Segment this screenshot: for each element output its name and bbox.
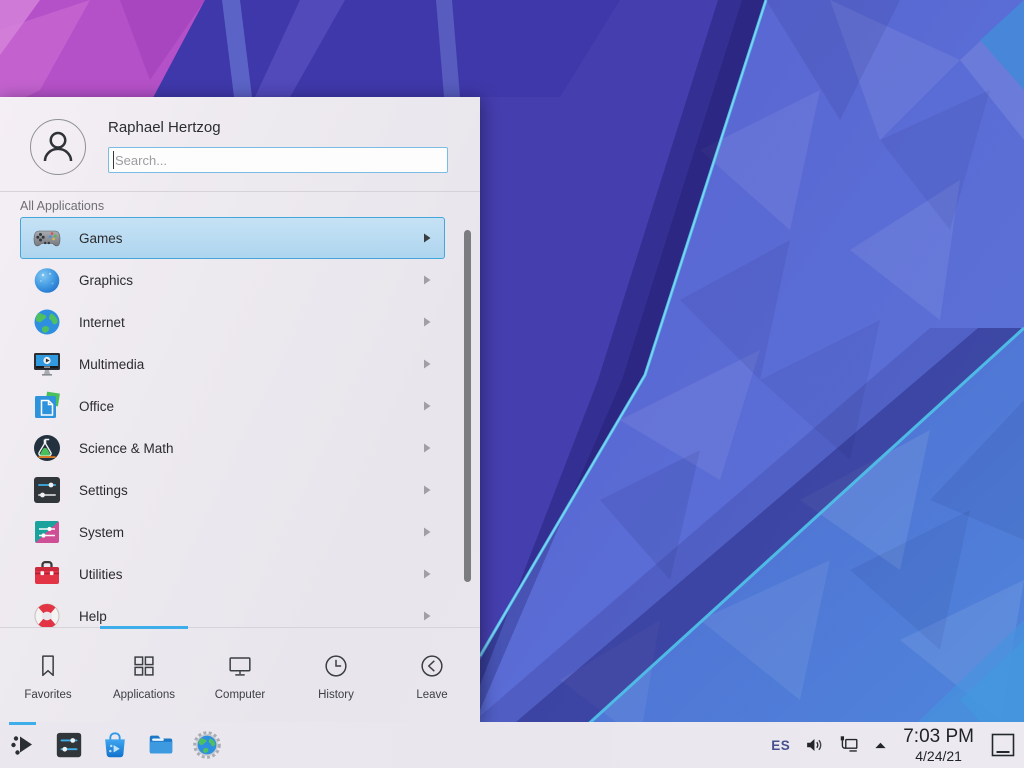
tab-favorites[interactable]: Favorites	[0, 628, 96, 722]
footer-tabs: Favorites Applications Computer History Leav…	[0, 627, 480, 722]
tab-label: Leave	[416, 689, 447, 701]
category-label: Games	[79, 231, 422, 246]
category-item-help[interactable]: Help	[20, 595, 445, 627]
category-label: Utilities	[79, 567, 422, 582]
tab-label: Favorites	[24, 689, 71, 701]
submenu-arrow-icon	[422, 442, 432, 454]
tab-applications[interactable]: Applications	[96, 628, 192, 722]
web-browser-launcher[interactable]	[192, 730, 222, 760]
system-settings-launcher[interactable]	[54, 730, 84, 760]
system-tray: ES 7:03 PM 4/24/21	[771, 727, 1024, 763]
graphics-icon	[31, 264, 63, 296]
browser-icon	[192, 730, 222, 760]
taskbar-panel: ES 7:03 PM 4/24/21	[0, 722, 1024, 768]
submenu-arrow-icon	[422, 358, 432, 370]
system-icon	[31, 516, 63, 548]
category-item-games[interactable]: Games	[20, 217, 445, 259]
submenu-arrow-icon	[422, 316, 432, 328]
discover-launcher[interactable]	[100, 730, 130, 760]
internet-icon	[31, 306, 63, 338]
submenu-arrow-icon	[422, 610, 432, 622]
submenu-arrow-icon	[422, 484, 432, 496]
clock-date: 4/24/21	[915, 749, 962, 763]
active-tab-indicator	[100, 626, 188, 629]
tab-leave[interactable]: Leave	[384, 628, 480, 722]
user-avatar[interactable]	[30, 119, 86, 175]
show-desktop-icon	[989, 731, 1017, 759]
applications-icon	[129, 651, 159, 681]
leave-icon	[417, 651, 447, 681]
category-item-graphics[interactable]: Graphics	[20, 259, 445, 301]
text-cursor	[113, 151, 114, 169]
systemsettings-icon	[54, 730, 84, 760]
office-icon	[31, 390, 63, 422]
application-launcher-menu: Raphael Hertzog All Applications Games Gr…	[0, 97, 480, 722]
category-item-system[interactable]: System	[20, 511, 445, 553]
category-label: Multimedia	[79, 357, 422, 372]
category-item-office[interactable]: Office	[20, 385, 445, 427]
help-icon	[31, 600, 63, 627]
category-label: Office	[79, 399, 422, 414]
tray-icons	[803, 734, 888, 756]
scrollbar-thumb[interactable]	[464, 230, 471, 582]
launcher-header: Raphael Hertzog	[0, 97, 480, 192]
taskbar-launchers	[0, 730, 222, 760]
application-launcher-button[interactable]	[8, 730, 38, 760]
keyboard-layout-indicator[interactable]: ES	[771, 738, 790, 753]
expand-tray-caret-icon[interactable]	[873, 738, 888, 753]
category-item-multimedia[interactable]: Multimedia	[20, 343, 445, 385]
history-icon	[321, 651, 351, 681]
tab-label: Computer	[215, 689, 266, 701]
computer-icon	[225, 651, 255, 681]
submenu-arrow-icon	[422, 568, 432, 580]
tab-history[interactable]: History	[288, 628, 384, 722]
show-desktop-button[interactable]	[989, 731, 1017, 759]
category-label: System	[79, 525, 422, 540]
category-label: Science & Math	[79, 441, 422, 456]
submenu-arrow-icon	[422, 400, 432, 412]
settings-icon	[31, 474, 63, 506]
dolphin-icon	[146, 730, 176, 760]
submenu-arrow-icon	[422, 274, 432, 286]
science-icon	[31, 432, 63, 464]
category-label: Settings	[79, 483, 422, 498]
category-item-internet[interactable]: Internet	[20, 301, 445, 343]
tab-computer[interactable]: Computer	[192, 628, 288, 722]
kicker-icon	[8, 730, 38, 760]
digital-clock[interactable]: 7:03 PM 4/24/21	[901, 727, 976, 763]
utilities-icon	[31, 558, 63, 590]
submenu-arrow-icon	[422, 232, 432, 244]
tab-label: Applications	[113, 689, 175, 701]
tab-label: History	[318, 689, 354, 701]
file-manager-launcher[interactable]	[146, 730, 176, 760]
favorites-icon	[33, 651, 63, 681]
submenu-arrow-icon	[422, 526, 432, 538]
category-list: Games Graphics Internet Multimedia Office Sci…	[0, 217, 480, 627]
category-label: Help	[79, 609, 422, 624]
network-icon[interactable]	[838, 734, 860, 756]
category-label: Graphics	[79, 273, 422, 288]
category-label: Internet	[79, 315, 422, 330]
user-name: Raphael Hertzog	[108, 119, 221, 136]
desktop: Raphael Hertzog All Applications Games Gr…	[0, 0, 1024, 768]
search-input[interactable]	[108, 147, 448, 173]
category-item-settings[interactable]: Settings	[20, 469, 445, 511]
discover-icon	[100, 730, 130, 760]
multimedia-icon	[31, 348, 63, 380]
user-icon	[31, 120, 85, 174]
section-label: All Applications	[20, 199, 104, 213]
category-item-utilities[interactable]: Utilities	[20, 553, 445, 595]
category-item-science-math[interactable]: Science & Math	[20, 427, 445, 469]
volume-icon[interactable]	[803, 734, 825, 756]
games-icon	[31, 222, 63, 254]
clock-time: 7:03 PM	[903, 727, 974, 746]
